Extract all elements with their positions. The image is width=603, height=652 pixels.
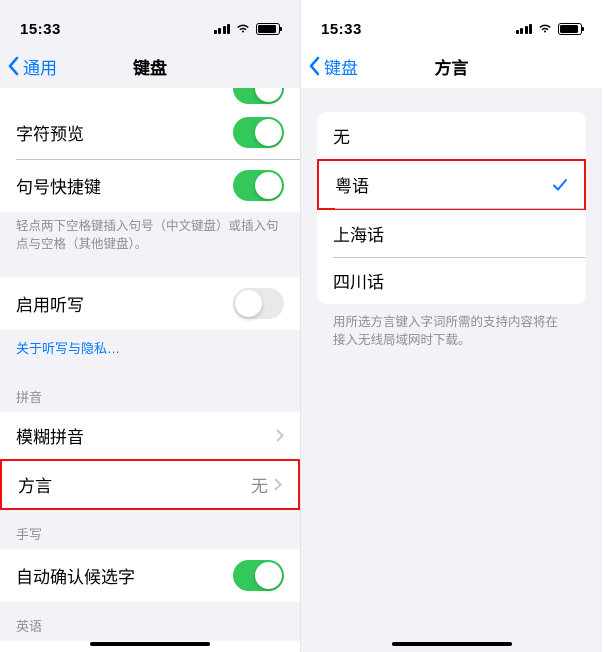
- row-period-shortcut[interactable]: 句号快捷键: [0, 159, 300, 212]
- toggle-period-shortcut[interactable]: [233, 170, 284, 201]
- chevron-left-icon: [309, 56, 321, 76]
- back-label: 键盘: [324, 54, 358, 79]
- section-header-pinyin: 拼音: [0, 373, 300, 412]
- wifi-icon: [235, 21, 251, 38]
- label: 自动确认候选字: [16, 563, 135, 588]
- home-indicator[interactable]: [90, 642, 210, 647]
- toggle-dictation[interactable]: [233, 288, 284, 319]
- row-dictation[interactable]: 启用听写: [0, 277, 300, 330]
- back-label: 通用: [23, 54, 57, 79]
- row-fuzzy-pinyin[interactable]: 模糊拼音: [0, 412, 300, 459]
- toggle[interactable]: [233, 88, 284, 104]
- value: 无: [251, 472, 268, 497]
- row-auto-confirm[interactable]: 自动确认候选字: [0, 549, 300, 602]
- toggle-auto-confirm[interactable]: [233, 560, 284, 591]
- link-dictation-privacy[interactable]: 关于听写与隐私…: [0, 330, 300, 373]
- label: 启用听写: [16, 291, 84, 316]
- option-sichuan[interactable]: 四川话: [317, 257, 586, 304]
- option-none[interactable]: 无: [317, 112, 586, 159]
- wifi-icon: [537, 21, 553, 38]
- battery-icon: [256, 23, 280, 35]
- label: 四川话: [333, 268, 384, 293]
- status-icons: [214, 21, 281, 38]
- label: 粤语: [335, 172, 369, 197]
- label: 无: [333, 123, 350, 148]
- option-cantonese[interactable]: 粤语: [317, 159, 586, 210]
- back-button[interactable]: 键盘: [309, 54, 358, 79]
- status-bar: 15:33: [301, 0, 602, 44]
- back-button[interactable]: 通用: [8, 54, 57, 79]
- battery-icon: [558, 23, 582, 35]
- toggle-char-preview[interactable]: [233, 117, 284, 148]
- option-shanghai[interactable]: 上海话: [317, 210, 586, 257]
- footer-text: 用所选方言键入字词所需的支持内容将在接入无线局域网时下载。: [301, 304, 602, 359]
- label: 方言: [18, 472, 52, 497]
- nav-bar: 通用 键盘: [0, 44, 300, 88]
- chevron-right-icon: [276, 429, 284, 442]
- label: 字符预览: [16, 120, 84, 145]
- row-dialect[interactable]: 方言 无: [0, 459, 300, 510]
- section-header-english: 英语: [0, 602, 300, 641]
- status-icons: [516, 21, 583, 38]
- home-indicator[interactable]: [392, 642, 512, 647]
- status-bar: 15:33: [0, 0, 300, 44]
- footer-text: 轻点两下空格键插入句号（中文键盘）或插入句点与空格（其他键盘）。: [0, 212, 300, 261]
- cellular-icon: [516, 24, 533, 34]
- label: 上海话: [333, 221, 384, 246]
- label: 模糊拼音: [16, 423, 84, 448]
- chevron-left-icon: [8, 56, 20, 76]
- section-header-handwriting: 手写: [0, 510, 300, 549]
- status-time: 15:33: [20, 21, 61, 38]
- cellular-icon: [214, 24, 231, 34]
- chevron-right-icon: [274, 478, 282, 491]
- check-icon: [552, 177, 568, 193]
- row-partial[interactable]: [0, 88, 300, 106]
- label: 句号快捷键: [16, 173, 101, 198]
- status-time: 15:33: [321, 21, 362, 38]
- row-char-preview[interactable]: 字符预览: [0, 106, 300, 159]
- nav-bar: 键盘 方言: [301, 44, 602, 88]
